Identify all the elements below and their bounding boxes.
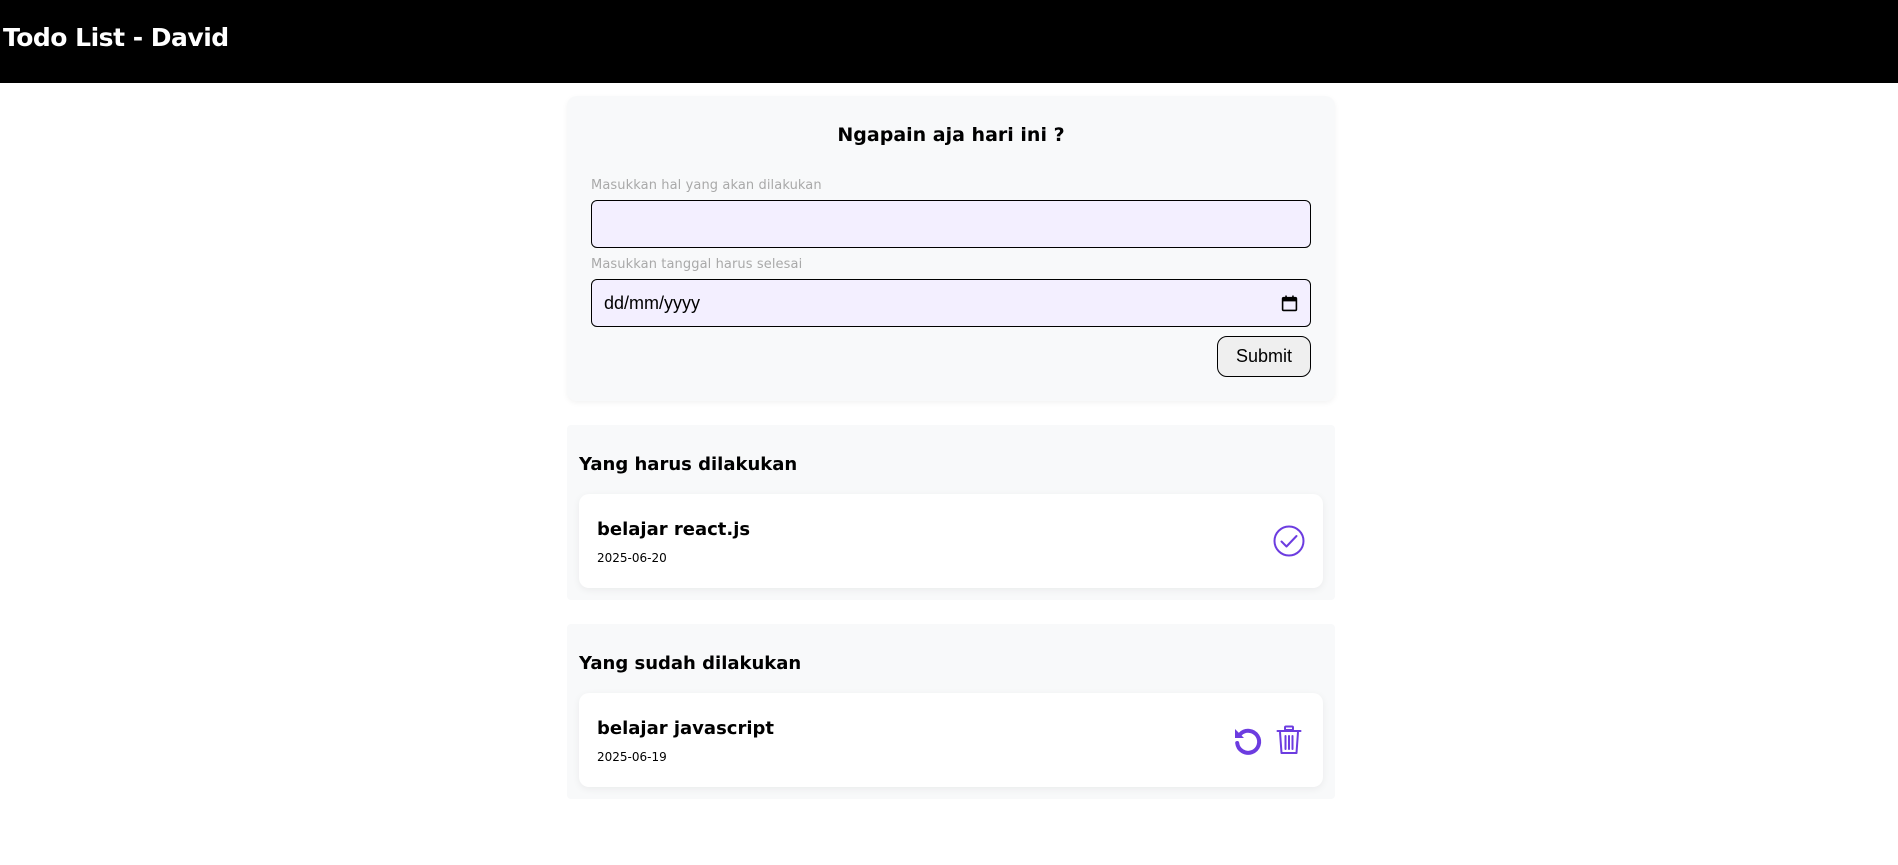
todo-item-date: 2025-06-20: [597, 551, 667, 565]
done-item-date: 2025-06-19: [597, 750, 667, 764]
activity-input[interactable]: [591, 200, 1311, 248]
todo-item-title: belajar react.js: [597, 519, 751, 540]
trash-icon: [1276, 725, 1302, 754]
todo-item: belajar react.js 2025-06-20: [579, 494, 1323, 588]
date-field-label: Masukkan tanggal harus selesai: [591, 257, 803, 272]
undo-button[interactable]: [1230, 723, 1264, 757]
app-header: Todo List - David: [0, 0, 1898, 83]
mark-done-button[interactable]: [1272, 524, 1306, 558]
submit-button[interactable]: Submit: [1217, 336, 1311, 377]
activity-field-label: Masukkan hal yang akan dilakukan: [591, 178, 822, 193]
date-input-value: dd/mm/yyyy: [604, 292, 701, 313]
app-title: Todo List - David: [3, 23, 229, 52]
calendar-icon[interactable]: [1281, 295, 1298, 312]
done-item: belajar javascript 2025-06-19: [579, 693, 1323, 787]
done-item-title: belajar javascript: [597, 718, 774, 739]
form-title: Ngapain aja hari ini ?: [837, 124, 1065, 146]
date-input[interactable]: dd/mm/yyyy: [591, 279, 1311, 327]
done-section-title: Yang sudah dilakukan: [579, 653, 802, 674]
check-circle-icon: [1273, 525, 1305, 557]
todo-section: Yang harus dilakukan belajar react.js 20…: [567, 425, 1335, 600]
undo-icon: [1235, 728, 1262, 755]
input-form-card: Ngapain aja hari ini ? Masukkan hal yang…: [567, 96, 1335, 401]
delete-button[interactable]: [1272, 723, 1306, 757]
done-section: Yang sudah dilakukan belajar javascript …: [567, 624, 1335, 799]
todo-section-title: Yang harus dilakukan: [579, 454, 798, 475]
